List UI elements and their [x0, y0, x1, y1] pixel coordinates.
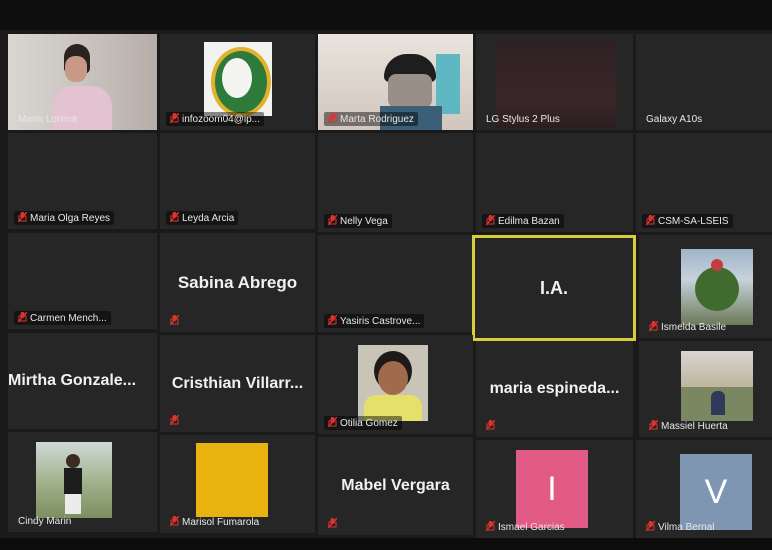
logo-image	[204, 42, 272, 117]
tile-leyda-arcia[interactable]: Leyda Arcia	[160, 133, 315, 229]
tile-lg-stylus[interactable]: LG Stylus 2 Plus	[476, 34, 633, 130]
tile-otilia-gomez[interactable]: Otilia Gomez	[318, 335, 473, 434]
participant-name-label: Ismael Garcias	[498, 522, 565, 533]
tile-mirtha-gonzale[interactable]: Mirtha Gonzale...	[8, 333, 157, 429]
muted-mic-icon	[649, 321, 658, 331]
muted-mic-icon	[486, 521, 495, 531]
tile-cristhian-villarr[interactable]: Cristhian Villarr...	[160, 335, 315, 432]
tile-sabina-abrego[interactable]: Sabina Abrego	[160, 233, 315, 332]
muted-mic-icon	[18, 212, 27, 222]
participant-name-label: Carmen Mench...	[30, 313, 107, 324]
tile-maria-espineda[interactable]: maria espineda...	[476, 341, 633, 437]
tile-maria-olga-reyes[interactable]: Maria Olga Reyes	[8, 133, 157, 229]
participant-name-label: Nelly Vega	[340, 216, 388, 227]
muted-mic-icon	[328, 518, 337, 528]
participant-name: Yasiris Castrove...	[324, 314, 425, 328]
muted-mic-icon	[328, 215, 337, 225]
tile-ia-active-speaker[interactable]: I.A.	[472, 235, 636, 341]
participant-name-label: Marisol Fumarola	[182, 517, 260, 528]
muted-mic-icon	[170, 315, 179, 325]
video-feed	[36, 442, 112, 518]
participant-name: Otilia Gomez	[324, 416, 402, 430]
muted-mic-icon	[486, 420, 495, 430]
participant-name	[324, 517, 344, 531]
screen-bezel-bottom	[0, 538, 772, 550]
participant-name: Vilma Bernal	[642, 520, 719, 534]
participant-display-name: Mirtha Gonzale...	[8, 372, 137, 389]
participant-name: Leyda Arcia	[166, 211, 239, 225]
participant-display-name: I.A.	[539, 277, 568, 298]
participant-name: LG Stylus 2 Plus	[486, 114, 560, 125]
muted-mic-icon	[646, 215, 655, 225]
avatar	[196, 443, 268, 517]
tile-ismelda-basile[interactable]: Ismelda Basile	[639, 235, 772, 338]
participant-name: Cindy Marin	[18, 516, 72, 527]
participant-name: infozoom04@ip...	[166, 112, 264, 126]
participant-name	[166, 414, 186, 428]
tile-nelly-vega[interactable]: Nelly Vega	[318, 133, 473, 232]
participant-name: Nelly Vega	[324, 214, 392, 228]
muted-mic-icon	[328, 417, 337, 427]
tile-marta-rodriguez[interactable]: Marta Rodriguez	[318, 34, 473, 130]
tile-maria-lorena[interactable]: Maria Lorena	[8, 34, 157, 130]
participant-name: Edilma Bazan	[482, 214, 564, 228]
participant-name: Maria Lorena	[18, 114, 77, 125]
tile-ismael-garcias[interactable]: I Ismael Garcias	[476, 440, 633, 538]
tile-mabel-vergara[interactable]: Mabel Vergara	[318, 437, 473, 535]
tile-galaxy[interactable]: Galaxy A10s	[636, 34, 772, 130]
muted-mic-icon	[170, 415, 179, 425]
participant-name: Galaxy A10s	[646, 114, 703, 125]
avatar: I	[516, 450, 588, 528]
participant-name: Carmen Mench...	[14, 311, 111, 325]
participant-name-label: CSM-SA-LSEIS	[658, 216, 729, 227]
muted-mic-icon	[170, 516, 179, 526]
participant-name	[166, 314, 186, 328]
participant-name-label: Yasiris Castrove...	[340, 316, 421, 327]
zoom-gallery-view: Maria Lorena infozoom04@ip... Marta Rodr…	[0, 0, 772, 550]
tile-carmen-mench[interactable]: Carmen Mench...	[8, 233, 157, 329]
muted-mic-icon	[170, 113, 179, 123]
participant-name-label: Ismelda Basile	[661, 322, 727, 333]
participant-name-label: Edilma Bazan	[498, 216, 560, 227]
participant-name: Marisol Fumarola	[166, 515, 263, 529]
participant-name-label: Marta Rodriguez	[340, 114, 414, 125]
tile-edilma-bazan[interactable]: Edilma Bazan	[476, 133, 633, 232]
tile-cindy-marin[interactable]: Cindy Marin	[8, 432, 157, 532]
muted-mic-icon	[486, 215, 495, 225]
participant-name-label: Otilia Gomez	[340, 418, 398, 429]
participant-name: Ismelda Basile	[645, 320, 730, 334]
tile-csm-sa-lseis[interactable]: CSM-SA-LSEIS	[636, 133, 772, 232]
screen-bezel-top	[0, 0, 772, 30]
participant-name: Massiel Huerta	[645, 419, 732, 433]
participant-name: Ismael Garcias	[482, 520, 569, 534]
participant-name-label: Massiel Huerta	[661, 421, 728, 432]
muted-mic-icon	[646, 521, 655, 531]
participant-name	[482, 419, 502, 433]
participant-name: Marta Rodriguez	[324, 112, 418, 126]
tile-infozoom[interactable]: infozoom04@ip...	[160, 34, 315, 130]
muted-mic-icon	[328, 113, 337, 123]
participant-name-label: Maria Olga Reyes	[30, 213, 111, 224]
participant-name-label: Vilma Bernal	[658, 522, 715, 533]
avatar: V	[680, 454, 752, 530]
tile-yasiris-castrove[interactable]: Yasiris Castrove...	[318, 235, 473, 332]
muted-mic-icon	[170, 212, 179, 222]
muted-mic-icon	[328, 315, 337, 325]
video-feed	[681, 249, 753, 325]
tile-massiel-huerta[interactable]: Massiel Huerta	[639, 341, 772, 437]
participant-name: CSM-SA-LSEIS	[642, 214, 733, 228]
video-feed	[681, 351, 753, 421]
tile-vilma-bernal[interactable]: V Vilma Bernal	[636, 440, 772, 538]
muted-mic-icon	[18, 312, 27, 322]
participant-name-label: infozoom04@ip...	[182, 114, 260, 125]
participant-name: Maria Olga Reyes	[14, 211, 115, 225]
participant-name-label: Leyda Arcia	[182, 213, 235, 224]
tile-marisol-fumarola[interactable]: Marisol Fumarola	[160, 435, 315, 533]
video-feed	[358, 345, 428, 421]
muted-mic-icon	[649, 420, 658, 430]
